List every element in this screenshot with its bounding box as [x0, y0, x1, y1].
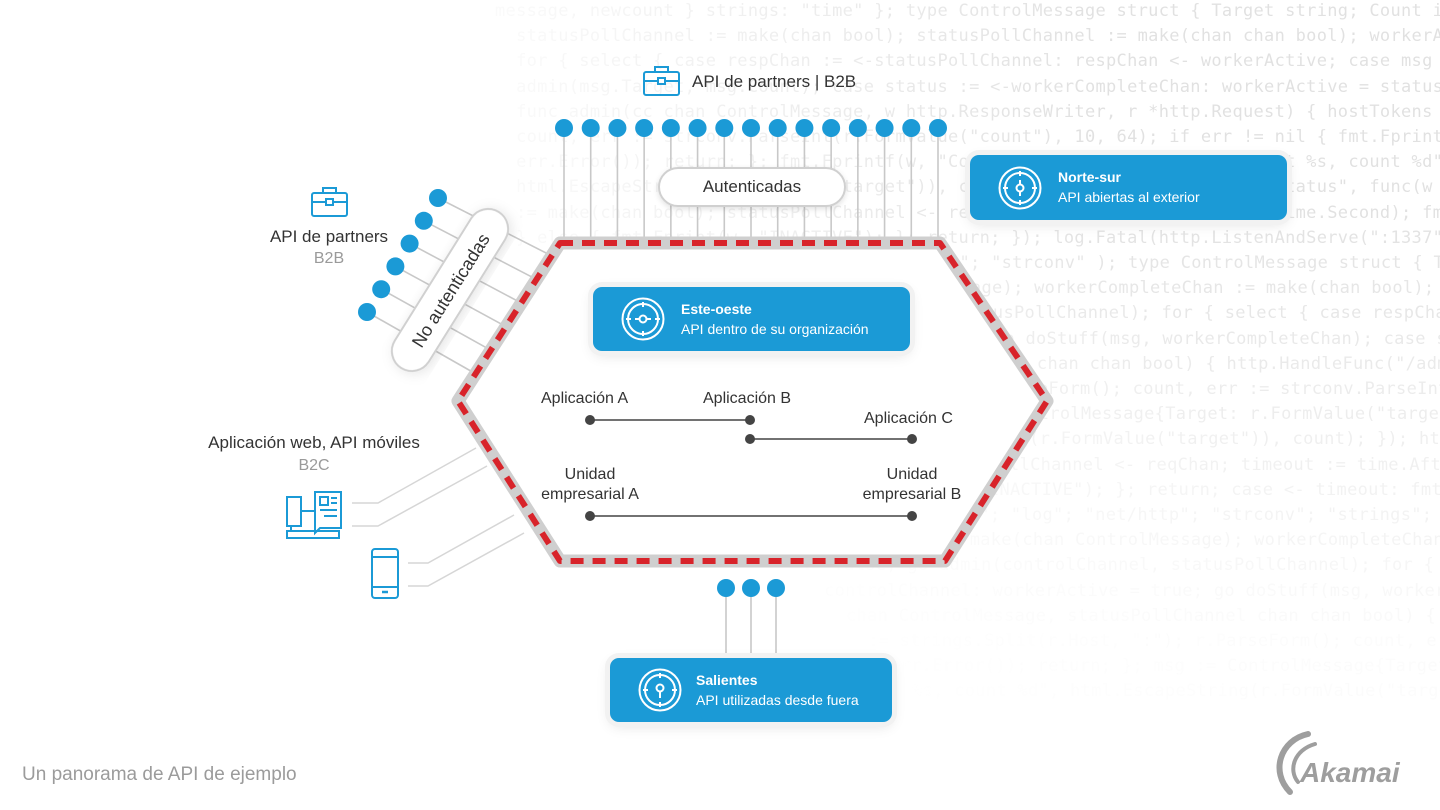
outbound-title: Salientes [696, 671, 758, 688]
node-unit-a [585, 511, 595, 521]
api-endpoint-dot [767, 579, 785, 597]
api-endpoint-dot [742, 579, 760, 597]
briefcase-icon [643, 66, 680, 96]
akamai-logo: Akamai [1276, 731, 1401, 795]
desktop-connector [352, 465, 488, 527]
east-west-card: Este-oeste API dentro de su organización [593, 287, 910, 351]
api-endpoint-dot [661, 119, 680, 137]
node-app-b-out [745, 434, 755, 444]
api-endpoint-dot [742, 119, 760, 137]
api-endpoint-dot [822, 119, 841, 137]
unit-a-line2: empresarial A [541, 486, 639, 503]
api-endpoint-dot [902, 119, 921, 137]
top-partners-label: API de partners | B2B [692, 72, 857, 91]
api-endpoint-dot [848, 119, 867, 137]
briefcase-icon [311, 187, 348, 217]
api-endpoint-dot [386, 257, 405, 276]
api-endpoint-dot [875, 119, 894, 137]
outbound-connectors [725, 588, 777, 658]
desktop-connector [352, 447, 477, 504]
consumer-sublabel: B2C [298, 457, 330, 474]
compass-icon [621, 297, 665, 341]
api-endpoint-dot [555, 119, 573, 137]
node-app-b [745, 415, 755, 425]
east-west-subtitle: API dentro de su organización [681, 320, 869, 337]
phone-connector [408, 514, 515, 564]
unauthenticated-label: No autenticadas [408, 230, 494, 351]
authenticated-pill: Autenticadas [658, 167, 846, 207]
api-endpoint-dot [715, 119, 734, 137]
compass-icon [998, 166, 1042, 209]
consumer-label: Aplicación web, API móviles [208, 433, 420, 452]
app-b-label: Aplicación B [703, 390, 792, 407]
api-endpoint-dot [581, 119, 600, 137]
compass-icon [638, 668, 682, 712]
api-endpoint-dot [358, 303, 376, 321]
api-endpoint-dot [768, 119, 787, 137]
north-south-subtitle: API abiertas al exterior [1058, 189, 1200, 205]
unit-b-line2: empresarial B [862, 486, 962, 503]
north-south-card: Norte-sur API abiertas al exterior [970, 155, 1287, 220]
top-partner-endpoints [555, 119, 947, 137]
node-app-a [585, 415, 595, 425]
outbound-card: Salientes API utilizadas desde fuera [610, 658, 892, 722]
api-endpoint-dot [429, 189, 447, 207]
unit-a-line1: Unidad [564, 466, 616, 483]
desktop-web-icon [286, 491, 342, 539]
unit-a-label: Unidad empresarial A [541, 465, 639, 505]
api-endpoint-dot [608, 119, 627, 137]
api-endpoint-dot [372, 280, 391, 299]
node-unit-b [907, 511, 917, 521]
api-endpoint-dot [717, 579, 735, 597]
api-endpoint-dot [635, 119, 654, 137]
api-endpoint-dot [414, 211, 433, 230]
app-c-label: Aplicación C [864, 410, 953, 427]
api-endpoint-dot [929, 119, 947, 137]
outbound-subtitle: API utilizadas desde fuera [696, 691, 859, 708]
outbound-endpoints [717, 579, 785, 597]
app-a-label: Aplicación A [541, 390, 629, 407]
left-partners-sublabel: B2B [313, 250, 345, 267]
left-partners-label: API de partners [269, 227, 389, 246]
north-south-title: Norte-sur [1058, 169, 1122, 185]
unit-b-label: Unidad empresarial B [863, 465, 962, 505]
api-endpoint-dot [400, 234, 419, 253]
mobile-phone-icon [371, 548, 399, 599]
api-endpoint-dot [688, 119, 707, 137]
east-west-title: Este-oeste [681, 300, 752, 317]
api-endpoint-dot [795, 119, 814, 137]
akamai-wordmark: Akamai [1299, 757, 1401, 788]
unit-b-line1: Unidad [886, 466, 938, 483]
node-app-c [907, 434, 917, 444]
diagram-caption: Un panorama de API de ejemplo [22, 764, 297, 785]
